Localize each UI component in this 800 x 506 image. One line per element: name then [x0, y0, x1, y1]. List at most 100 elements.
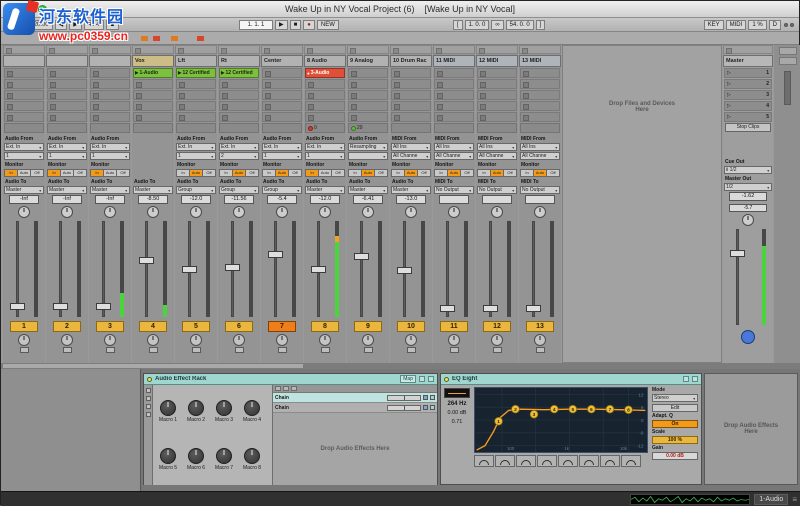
- volume-display[interactable]: -8.50: [138, 195, 168, 204]
- session-drop-zone[interactable]: Drop Files and Devices Here: [562, 45, 722, 363]
- input-channel-select[interactable]: 2: [219, 152, 259, 160]
- track-activator-button[interactable]: 13: [526, 321, 554, 332]
- filter-type-button-5[interactable]: [558, 455, 578, 467]
- monitor-in-button[interactable]: In: [348, 169, 362, 177]
- monitor-off-button[interactable]: Off: [117, 169, 130, 177]
- clip-slot[interactable]: [90, 79, 130, 89]
- device-on-toggle[interactable]: [444, 376, 449, 382]
- pan-knob[interactable]: [190, 206, 202, 218]
- volume-fader[interactable]: [218, 219, 260, 319]
- scene-slot[interactable]: ▷ 2: [724, 79, 772, 89]
- clip-slot[interactable]: [434, 68, 474, 78]
- hot-swap-icon[interactable]: [419, 376, 425, 382]
- fader-handle[interactable]: [397, 267, 412, 275]
- output-select[interactable]: No Output: [520, 186, 560, 194]
- clip-slot[interactable]: [391, 79, 431, 89]
- clip-slot[interactable]: [305, 79, 345, 89]
- show-macros-toggle[interactable]: [145, 388, 151, 393]
- show-chains-toggle[interactable]: [145, 396, 151, 401]
- track-activator-button[interactable]: 11: [440, 321, 468, 332]
- arm-button[interactable]: [406, 347, 416, 353]
- pan-knob[interactable]: [491, 206, 503, 218]
- output-select[interactable]: Master: [391, 186, 431, 194]
- solo-button[interactable]: [61, 334, 73, 346]
- macro-knob[interactable]: [244, 447, 260, 464]
- fader-handle[interactable]: [311, 265, 326, 273]
- fader-handle[interactable]: [440, 304, 455, 312]
- scene-launch-icon[interactable]: ▷: [727, 70, 731, 76]
- solo-button[interactable]: [362, 334, 374, 346]
- hot-swap-icon[interactable]: [692, 376, 698, 382]
- monitor-in-button[interactable]: In: [391, 169, 405, 177]
- volume-fader[interactable]: [347, 219, 389, 319]
- input-type-select[interactable]: Resampling: [348, 143, 388, 151]
- track-header[interactable]: [3, 55, 45, 67]
- monitor-off-button[interactable]: Off: [203, 169, 216, 177]
- clip-slot[interactable]: [90, 68, 130, 78]
- device-drop-zone[interactable]: Drop Audio Effects Here: [704, 373, 798, 485]
- filter-type-button-2[interactable]: [495, 455, 515, 467]
- clip-slot[interactable]: [477, 79, 517, 89]
- monitor-in-button[interactable]: In: [262, 169, 276, 177]
- fader-handle[interactable]: [483, 304, 498, 312]
- fader-handle[interactable]: [96, 302, 111, 310]
- band-gain-value[interactable]: 0.00 dB: [448, 410, 467, 416]
- device-on-toggle[interactable]: [147, 376, 152, 382]
- arm-button[interactable]: [105, 347, 115, 353]
- volume-display[interactable]: -6.41: [353, 195, 383, 204]
- macro-knob[interactable]: [244, 399, 260, 416]
- clip[interactable]: ▶ 12 Certified: [176, 68, 216, 78]
- output-select[interactable]: Group: [219, 186, 259, 194]
- arm-button[interactable]: [234, 347, 244, 353]
- macro-knob[interactable]: [160, 399, 176, 416]
- input-channel-select[interactable]: All Channe: [434, 152, 474, 160]
- clip-slot[interactable]: [133, 90, 173, 100]
- monitor-off-button[interactable]: Off: [375, 169, 388, 177]
- volume-display[interactable]: -Inf: [52, 195, 82, 204]
- clip-slot[interactable]: [47, 112, 87, 122]
- fader-handle[interactable]: [139, 256, 154, 264]
- pan-knob[interactable]: [534, 206, 546, 218]
- scene-slot[interactable]: ▷ 1: [724, 68, 772, 78]
- clip-slot[interactable]: [520, 90, 560, 100]
- scale-field[interactable]: 100 %: [652, 436, 698, 444]
- solo-button[interactable]: [104, 334, 116, 346]
- clip-slot[interactable]: [47, 101, 87, 111]
- filter-type-button-7[interactable]: [600, 455, 620, 467]
- input-type-select[interactable]: All Ins: [434, 143, 474, 151]
- input-type-select[interactable]: Ext. In: [90, 143, 130, 151]
- volume-display[interactable]: [525, 195, 555, 204]
- pan-knob[interactable]: [448, 206, 460, 218]
- clip-slot[interactable]: [219, 101, 259, 111]
- output-gain-field[interactable]: 0.00 dB: [652, 452, 698, 460]
- monitor-auto-button[interactable]: Auto: [491, 169, 504, 177]
- scene-slot[interactable]: ▷ 3: [724, 90, 772, 100]
- solo-button[interactable]: [147, 334, 159, 346]
- monitor-in-button[interactable]: In: [520, 169, 534, 177]
- crossfader-knob[interactable]: [741, 330, 755, 344]
- clip[interactable]: ▶ 12 Certified: [219, 68, 259, 78]
- clip-waveform-preview[interactable]: [630, 493, 751, 505]
- clip-slot[interactable]: [477, 68, 517, 78]
- nudge-down-button[interactable]: ◀: [54, 20, 68, 30]
- clip-play-icon[interactable]: ▶: [178, 70, 181, 76]
- clip-slot[interactable]: [305, 101, 345, 111]
- track-activator-button[interactable]: 5: [182, 321, 210, 332]
- macro-knob[interactable]: [188, 447, 204, 464]
- input-channel-select[interactable]: All Channe: [520, 152, 560, 160]
- clip-slot[interactable]: [262, 79, 302, 89]
- monitor-auto-button[interactable]: Auto: [18, 169, 31, 177]
- clip-slot[interactable]: [434, 112, 474, 122]
- horizontal-scrollbar-thumb[interactable]: [3, 364, 303, 368]
- volume-display[interactable]: -5.4: [267, 195, 297, 204]
- output-select[interactable]: Master: [133, 186, 173, 194]
- band-q-value[interactable]: 0.71: [452, 419, 463, 425]
- input-channel-select[interactable]: 1: [305, 152, 345, 160]
- minimize-window-button[interactable]: [23, 5, 32, 14]
- metronome-toggle-icon[interactable]: ▲: [105, 20, 120, 30]
- track-header[interactable]: Lft: [175, 55, 217, 67]
- output-select[interactable]: Master: [305, 186, 345, 194]
- track-activator-button[interactable]: 12: [483, 321, 511, 332]
- clip-slot[interactable]: [348, 101, 388, 111]
- clip-slot[interactable]: [477, 90, 517, 100]
